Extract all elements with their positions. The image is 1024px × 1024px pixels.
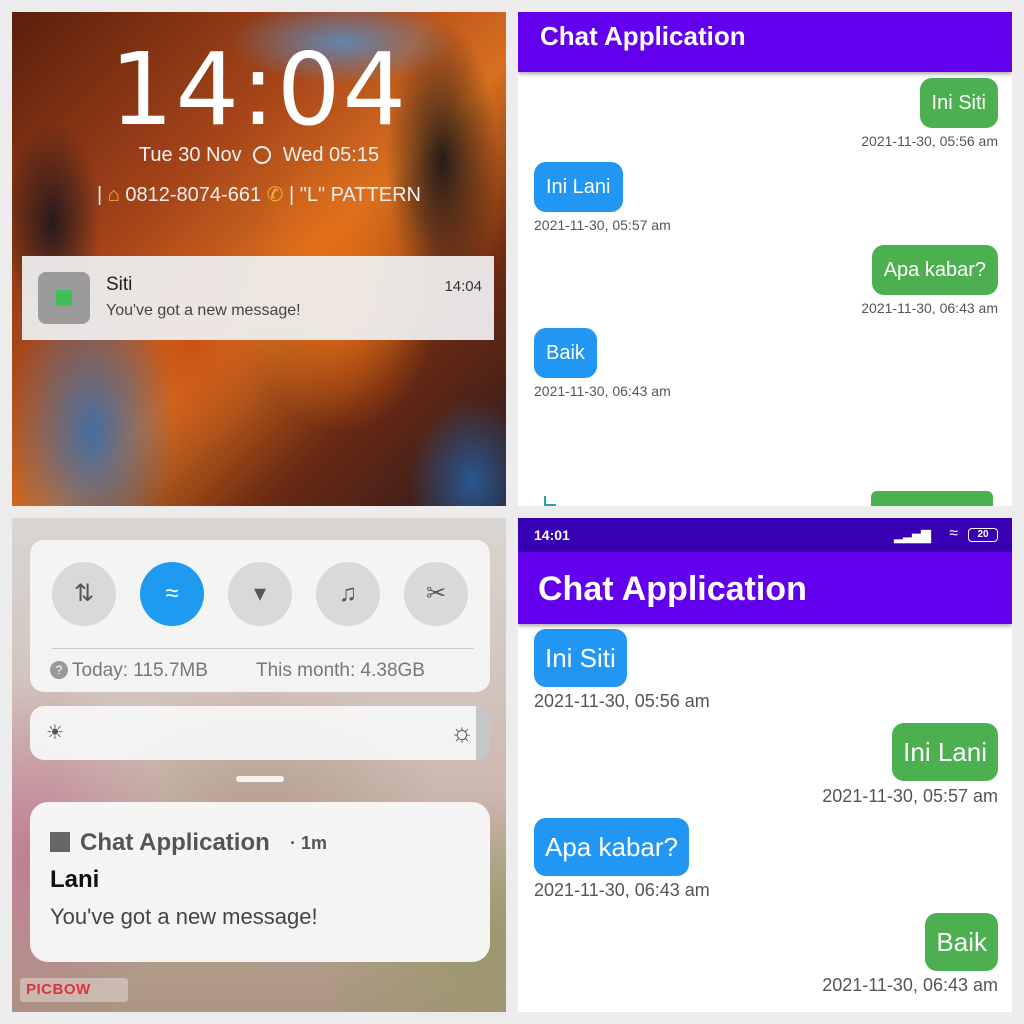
phone-icon: ✆ <box>266 184 284 206</box>
slider-end <box>476 706 490 760</box>
lock-screen-panel: 14:04 Tue 30 Nov Wed 05:15 | ⌂ 0812-8074… <box>12 12 506 506</box>
status-bar: 14:01 ▂▃▅▇ ≈ 20 <box>518 518 1012 552</box>
notification-sender: Lani <box>50 866 100 893</box>
chat-screen-small: Chat Application Ini Siti 2021-11-30, 05… <box>518 12 1012 506</box>
lock-notification[interactable]: Siti You've got a new message! 14:04 <box>22 256 494 340</box>
brightness-high-icon: ☼ <box>450 717 474 747</box>
home-icon: ⌂ <box>107 184 120 206</box>
alarm-icon <box>253 146 272 164</box>
edit-text-icon[interactable] <box>544 496 556 506</box>
divider-bar: | <box>288 184 300 206</box>
next-alarm: Wed 05:15 <box>282 144 380 166</box>
quick-settings-card: ⇅ ≈ ▾ ♫ ✂ ? Today: 115.7MB This month: 4.… <box>30 540 490 692</box>
notification-app-name: Chat Application <box>80 829 270 856</box>
message-bubble[interactable]: Baik <box>925 913 998 971</box>
notification-age: · 1m <box>290 833 328 853</box>
notification-sender: Siti <box>106 274 133 295</box>
app-bar: Chat Application <box>518 12 1012 72</box>
divider-bar: | <box>96 184 108 206</box>
usage-today-text: Today: 115.7MB <box>72 660 208 681</box>
watermark-logo: PICBOW <box>20 978 128 1002</box>
chat-notification[interactable]: Chat Application · 1m Lani You've got a … <box>30 802 490 962</box>
message-bubble[interactable]: Apa kabar? <box>534 818 689 876</box>
notification-message: You've got a new message! <box>50 904 318 929</box>
screenshot-icon[interactable]: ✂ <box>404 562 468 626</box>
message-timestamp: 2021-11-30, 05:57 am <box>822 786 998 806</box>
notification-time: 14:04 <box>444 278 482 295</box>
app-icon <box>38 272 90 324</box>
app-icon <box>50 832 70 852</box>
message-bubble[interactable]: Baik <box>534 328 597 378</box>
android-icon <box>56 290 72 306</box>
brightness-slider[interactable]: ☀ ☼ <box>30 706 490 760</box>
status-time: 14:01 <box>534 527 570 543</box>
help-icon: ? <box>50 661 68 679</box>
message-timestamp: 2021-11-30, 05:57 am <box>534 217 671 233</box>
lock-date: Tue 30 Nov <box>138 144 242 166</box>
message-timestamp: 2021-11-30, 05:56 am <box>534 691 710 711</box>
usage-today: ? Today: 115.7MB <box>50 660 208 682</box>
brightness-low-icon: ☀ <box>46 722 64 744</box>
signal-icon: ▂▃▅▇ <box>894 528 931 543</box>
notification-message: You've got a new message! <box>106 302 301 319</box>
message-bubble[interactable]: Apa kabar? <box>871 245 998 295</box>
message-timestamp: 2021-11-30, 06:43 am <box>534 383 671 399</box>
send-button[interactable] <box>871 491 993 506</box>
app-title: Chat Application <box>538 570 807 608</box>
notification-shade-panel: ⇅ ≈ ▾ ♫ ✂ ? Today: 115.7MB This month: 4.… <box>12 518 506 1012</box>
app-bar: Chat Application <box>518 552 1012 624</box>
divider <box>52 648 474 649</box>
message-bubble[interactable]: Ini Lani <box>534 162 623 212</box>
message-bubble[interactable]: Ini Siti <box>534 629 627 687</box>
shade-drag-handle[interactable] <box>236 776 284 782</box>
message-timestamp: 2021-11-30, 06:43 am <box>534 880 710 900</box>
owner-info-line: | ⌂ 0812-8074-661 ✆ | "L" PATTERN <box>12 182 506 207</box>
app-title: Chat Application <box>540 21 746 51</box>
data-toggle-icon[interactable]: ⇅ <box>52 562 116 626</box>
usage-month: This month: 4.38GB <box>256 660 425 681</box>
owner-phone: 0812-8074-661 <box>125 184 262 206</box>
flashlight-icon[interactable]: ▾ <box>228 562 292 626</box>
battery-icon: 20 <box>968 528 998 542</box>
wifi-icon: ≈ <box>949 525 958 542</box>
chat-screen-large: 14:01 ▂▃▅▇ ≈ 20 Chat Application Ini Sit… <box>518 518 1012 1012</box>
message-timestamp: 2021-11-30, 06:43 am <box>822 975 998 995</box>
message-timestamp: 2021-11-30, 05:56 am <box>861 133 998 149</box>
pattern-hint: "L" PATTERN <box>299 184 421 206</box>
lock-clock: 14:04 <box>109 31 409 148</box>
message-bubble[interactable]: Ini Siti <box>919 78 998 128</box>
message-timestamp: 2021-11-30, 06:43 am <box>861 300 998 316</box>
bell-icon[interactable]: ♫ <box>316 562 380 626</box>
lock-date-line: Tue 30 Nov Wed 05:15 <box>12 144 506 167</box>
message-bubble[interactable]: Ini Lani <box>892 723 998 781</box>
wifi-icon[interactable]: ≈ <box>140 562 204 626</box>
